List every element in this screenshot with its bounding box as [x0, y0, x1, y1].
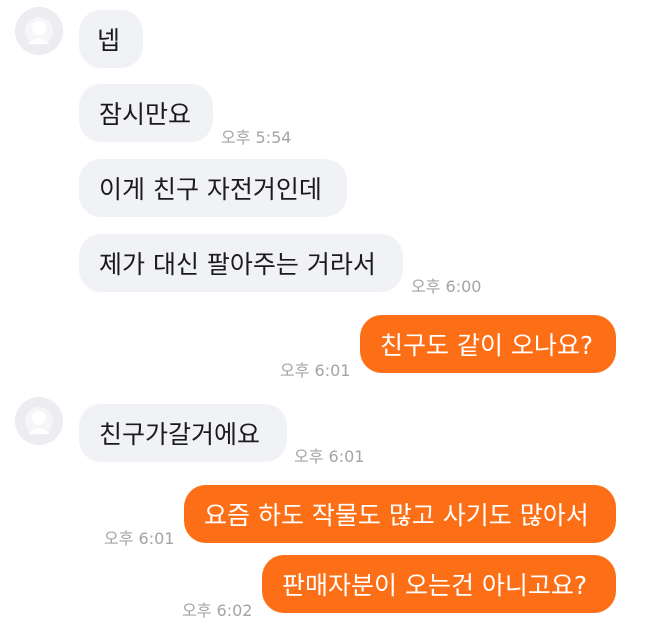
message-timestamp: 오후 6:01 [294, 447, 365, 466]
message-text: 요즘 하도 작물도 많고 사기도 많아서 [204, 501, 589, 530]
message-bubble-incoming[interactable]: 잠시만요 [79, 84, 213, 142]
sender-avatar[interactable] [15, 7, 63, 55]
message-text: 넵 [97, 26, 121, 55]
message-text: 친구가갈거에요 [99, 420, 261, 449]
message-text: 제가 대신 팔아주는 거라서 [99, 250, 376, 279]
message-text: 판매자분이 오는건 아니고요? [282, 571, 588, 600]
default-profile-avatar-icon [15, 397, 63, 445]
message-timestamp: 오후 6:01 [280, 361, 351, 380]
message-timestamp: 오후 5:54 [221, 128, 292, 147]
message-bubble-incoming[interactable]: 제가 대신 팔아주는 거라서 [79, 234, 403, 292]
message-timestamp: 오후 6:02 [182, 601, 253, 620]
message-text: 친구도 같이 오나요? [380, 331, 594, 360]
message-bubble-outgoing[interactable]: 판매자분이 오는건 아니고요? [262, 555, 616, 613]
sender-avatar[interactable] [15, 397, 63, 445]
message-text: 이게 친구 자전거인데 [99, 175, 322, 204]
message-bubble-outgoing[interactable]: 요즘 하도 작물도 많고 사기도 많아서 [184, 485, 616, 543]
default-profile-avatar-icon [15, 7, 63, 55]
message-bubble-outgoing[interactable]: 친구도 같이 오나요? [360, 315, 616, 373]
message-text: 잠시만요 [99, 100, 192, 129]
message-bubble-incoming[interactable]: 이게 친구 자전거인데 [79, 159, 347, 217]
message-bubble-incoming[interactable]: 넵 [79, 10, 143, 68]
message-bubble-incoming[interactable]: 친구가갈거에요 [79, 404, 287, 462]
message-timestamp: 오후 6:00 [411, 277, 482, 296]
message-timestamp: 오후 6:01 [104, 529, 175, 548]
